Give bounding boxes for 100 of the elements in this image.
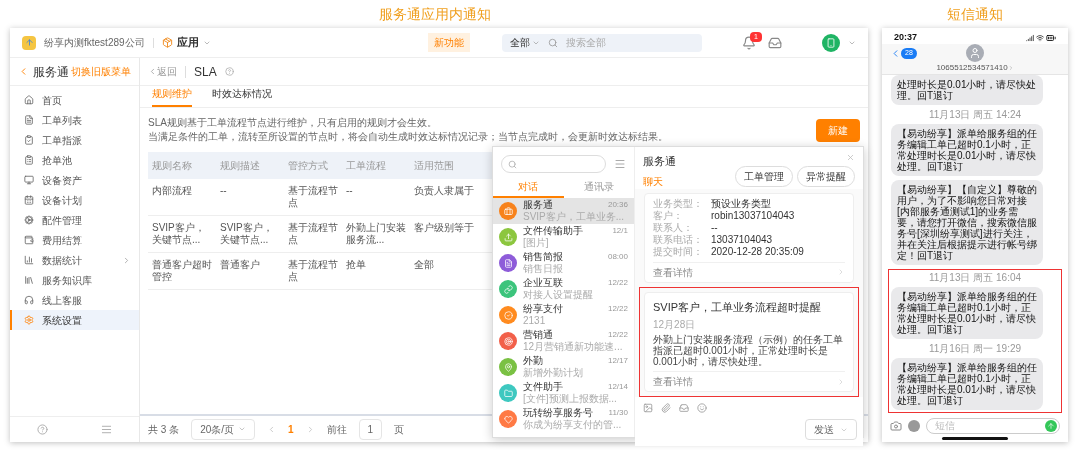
image-icon[interactable] — [643, 403, 653, 413]
table-cell-text: SVIP客户，关键节点... — [151, 221, 206, 247]
column-header: 规则描述 — [219, 159, 261, 173]
sidebar-item[interactable]: 首页 — [10, 90, 139, 110]
calendar-icon — [24, 195, 34, 205]
conversation-time: 12/14 — [607, 381, 628, 393]
goto-input[interactable]: 1 — [358, 418, 383, 440]
column-header: 管控方式 — [287, 159, 329, 173]
conversation-preview: 对接人设置提醒 — [523, 289, 594, 301]
table-cell-text: 全部 — [413, 258, 435, 272]
send-icon[interactable] — [1045, 419, 1057, 432]
field-value: 13037104043 — [711, 233, 773, 246]
user-avatar[interactable] — [822, 33, 840, 52]
conversation-preview: 12月营销通新功能速... — [523, 341, 624, 353]
sender-number: 1065512534571410 — [936, 62, 1008, 74]
table-cell-text: 抢单 — [345, 258, 367, 272]
section-heading: 短信通知 — [947, 4, 1003, 24]
sidebar-item[interactable]: 设备计划 — [10, 190, 139, 210]
conversation-time: 20:36 — [607, 199, 628, 211]
status-time: 20:37 — [894, 31, 918, 45]
field-value: -- — [711, 221, 718, 234]
sidebar-item[interactable]: 费用结算 — [10, 230, 139, 250]
conversation-time: 12/17 — [607, 355, 628, 367]
alert-date: 12月28日 — [653, 318, 697, 332]
search-field[interactable]: 全部 搜索全部 — [502, 33, 702, 52]
alert-body: 外勤上门安装服务流程（示例）的任务工单指派已超时0.001小时，正常处理时长是0.001小时，请尽快处理。 — [653, 334, 844, 367]
sidebar-item[interactable]: 数据统计 — [10, 250, 139, 270]
back-icon[interactable] — [148, 67, 157, 76]
conversation-time: 11/30 — [608, 407, 628, 419]
tab[interactable]: 时效达标情况 — [212, 86, 272, 107]
wallet-icon — [24, 235, 34, 245]
conversation-time: 12/22 — [607, 303, 628, 315]
conversation-preview: [图片] — [523, 237, 550, 249]
conversation-item[interactable]: 企业互联 12/22 对接人设置提醒 — [493, 276, 634, 302]
sidebar-item[interactable]: 工单指派 — [10, 130, 139, 150]
app-menu[interactable]: 应用 — [161, 34, 211, 51]
company-logo — [22, 35, 36, 50]
emoji-icon[interactable] — [697, 403, 707, 413]
section-heading: 服务通应用内通知 — [379, 4, 491, 24]
conversation-time: 12/22 — [607, 277, 628, 289]
conversation-preview: 2131 — [523, 315, 547, 327]
conversation-item[interactable]: 营销通 12/22 12月营销通新功能速... — [493, 328, 634, 354]
document-icon — [24, 115, 34, 125]
field-value: 2020-12-28 20:35:09 — [711, 245, 804, 258]
conversation-item[interactable]: 玩转纷享服务号 11/30 你成为纷享支付的管... — [493, 406, 634, 432]
page-size-select[interactable]: 20条/页 — [191, 418, 256, 440]
settings-icon — [24, 315, 34, 325]
bell-icon[interactable] — [742, 35, 756, 50]
help-icon[interactable] — [224, 67, 234, 76]
field-label: 联系电话： — [653, 233, 704, 246]
table-cell-text: -- — [219, 184, 228, 198]
send-button[interactable]: 发送 — [805, 419, 857, 440]
action-button[interactable]: 异常提醒 — [797, 166, 855, 187]
details-link[interactable]: 查看详情 — [653, 264, 693, 280]
paperclip-icon[interactable] — [661, 403, 671, 413]
inbox-icon[interactable] — [768, 35, 782, 50]
sidebar-item[interactable]: 线上客服 — [10, 290, 139, 310]
sidebar-item[interactable]: 系统设置 — [10, 310, 139, 330]
conversation-time: 08:00 — [607, 251, 628, 263]
scope-select[interactable]: 全部 — [510, 35, 540, 50]
message-bubble: 【易动纷享】派单给服务组的任务编辑工单已超时0.1小时，正常处理时长是0.01小时，请尽快处理。回T退订 — [891, 124, 1043, 176]
chevron-icon[interactable] — [837, 377, 845, 386]
company-name: 纷享内测fktest289公司 — [44, 36, 145, 50]
chevron-icon[interactable] — [837, 268, 845, 276]
conversation-item[interactable]: 文件助手 12/14 [文件]预测上报数据... — [493, 380, 634, 406]
conversation-preview: 你成为纷享支付的管... — [523, 419, 623, 431]
field-value: 预设业务类型 — [711, 197, 771, 210]
home-icon — [24, 95, 34, 105]
search-placeholder: 搜索全部 — [566, 36, 606, 50]
sidebar-item[interactable]: 设备资产 — [10, 170, 139, 190]
menu-icon[interactable] — [614, 158, 626, 170]
conversation-item[interactable]: 文件传输助手 12/1 [图片] — [493, 224, 634, 250]
column-header: 规则名称 — [151, 159, 193, 173]
action-button[interactable]: 工单管理 — [735, 166, 793, 187]
description-text: SLA规则基于工单流程节点进行维护，只有启用的规则才会生效。 — [148, 116, 438, 130]
message-bubble: 【易动纷享】派单给服务组的任务编辑工单已超时0.1小时，正常处理时长是0.01小时，请尽快处理。回T退订 — [891, 287, 1043, 339]
message-bubble: 【易动纷享】派单给服务组的任务编辑工单已超时0.1小时，正常处理时长是0.01小时，请尽快处理。回T退订 — [891, 358, 1043, 410]
library-icon — [24, 275, 34, 285]
home-indicator — [942, 436, 1008, 440]
message-bubble: 【易动纷享】【自定义】尊敬的用户，为了不影响您日常对接[内部服务通测试1]的业务需要，请您打开微信，搜索微信服务号[深圳纷享测试]进行关注，并在关注后根据提示进行帐号绑定！回T退订 — [891, 180, 1043, 265]
camera-icon[interactable] — [890, 419, 902, 432]
conversation-item[interactable]: 销售简报 08:00 销售日报 — [493, 250, 634, 276]
sidebar-item[interactable]: 抢单池 — [10, 150, 139, 170]
sidebar-item[interactable]: 工单列表 — [10, 110, 139, 130]
sidebar-item[interactable]: 服务知识库 — [10, 270, 139, 290]
field-label: 客户： — [653, 209, 684, 222]
conversation-item[interactable]: 外勤 12/17 新增外勤计划 — [493, 354, 634, 380]
sidebar-item[interactable]: 配件管理 — [10, 210, 139, 230]
inbox-icon[interactable] — [679, 403, 689, 413]
table-cell-text: SVIP客户，关键节点... — [219, 221, 274, 247]
message-timestamp: 11月13日 周五 16:04 — [928, 272, 1022, 283]
conversation-item[interactable]: 纷享支付 12/22 2131 — [493, 302, 634, 328]
details-link[interactable]: 查看详情 — [653, 374, 693, 389]
conversation-name: 营销通 — [523, 329, 553, 341]
chevron-icon — [122, 255, 131, 265]
chat-title: 服务通 — [643, 154, 676, 169]
menu-icon[interactable] — [101, 424, 113, 435]
table-cell-text: 负责人隶属于 — [413, 184, 475, 198]
help-icon[interactable] — [36, 424, 48, 435]
close-icon[interactable] — [846, 153, 855, 162]
